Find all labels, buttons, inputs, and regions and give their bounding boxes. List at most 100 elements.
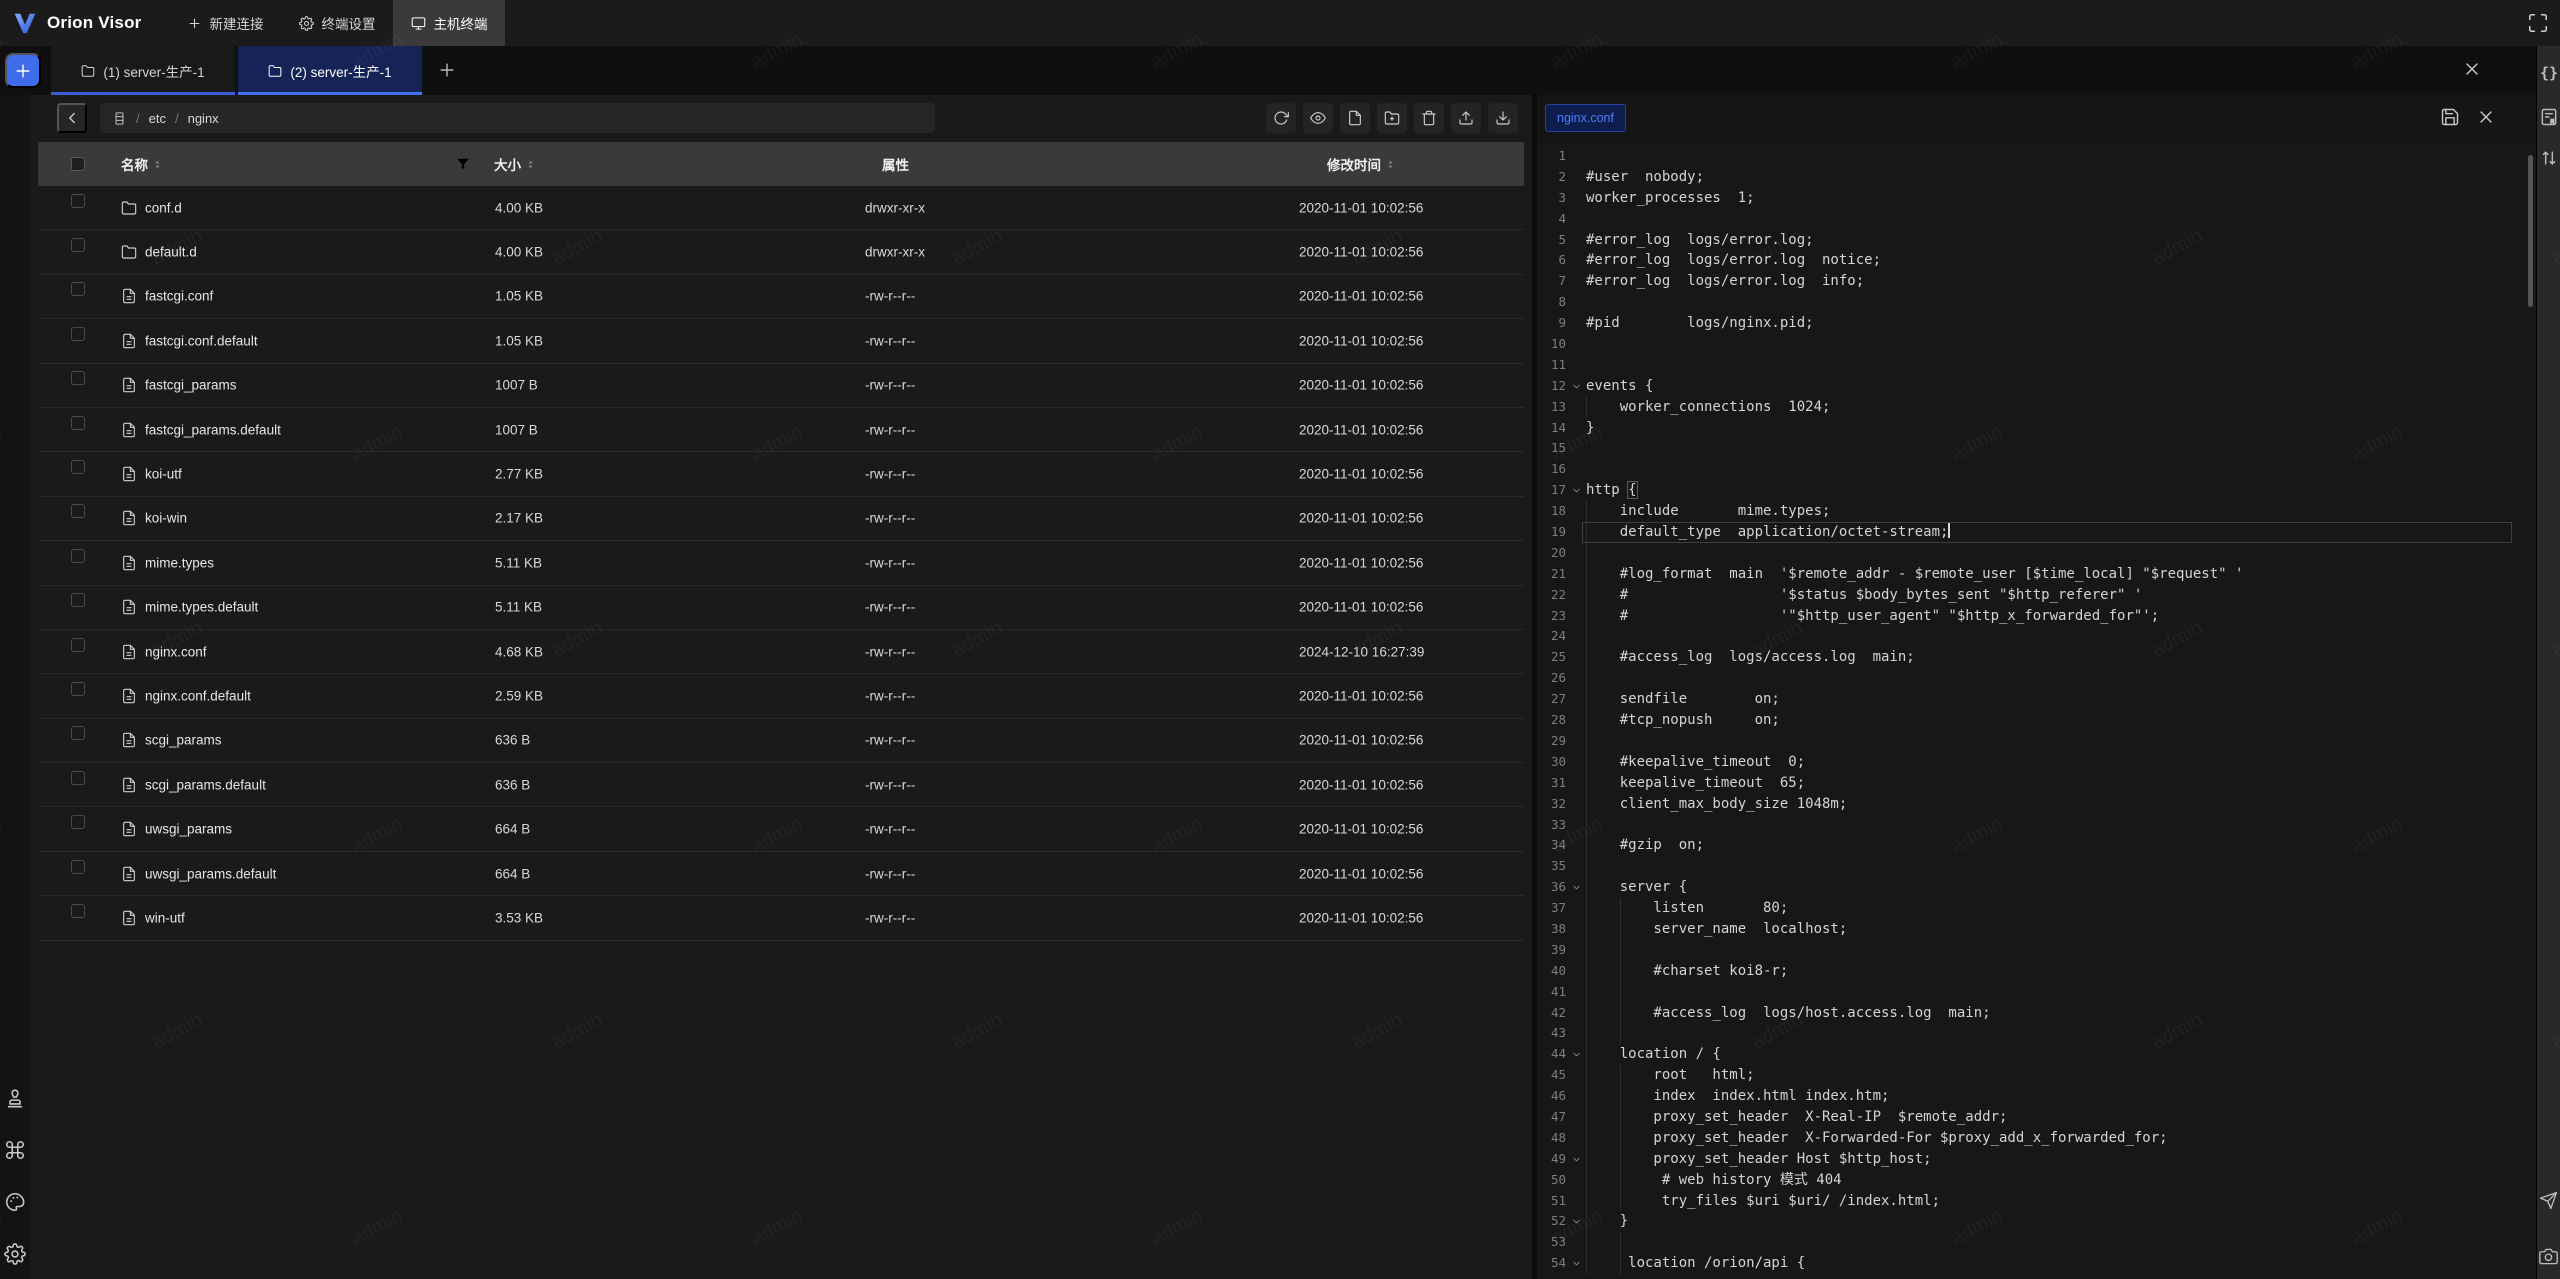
table-row[interactable]: mime.types5.11 KB-rw-r--r--2020-11-01 10… (38, 541, 1524, 585)
close-editor-icon[interactable] (2476, 107, 2498, 129)
table-row[interactable]: fastcgi_params1007 B-rw-r--r--2020-11-01… (38, 364, 1524, 408)
up-down-arrows-icon[interactable] (2539, 148, 2559, 168)
file-name[interactable]: fastcgi.conf (145, 289, 213, 304)
row-checkbox[interactable] (71, 416, 85, 430)
braces-icon[interactable]: {} (2539, 63, 2559, 83)
breadcrumb[interactable]: /etc/nginx (100, 103, 935, 133)
table-row[interactable]: conf.d4.00 KBdrwxr-xr-x2020-11-01 10:02:… (38, 186, 1524, 230)
code-line[interactable]: 2#user nobody; (1537, 167, 2536, 188)
code-line[interactable]: 8 (1537, 292, 2536, 313)
table-row[interactable]: fastcgi.conf.default1.05 KB-rw-r--r--202… (38, 319, 1524, 363)
fold-chevron-icon[interactable] (1566, 1149, 1586, 1170)
row-checkbox[interactable] (71, 860, 85, 874)
palette-icon[interactable] (4, 1191, 26, 1213)
fold-chevron-icon[interactable] (1566, 480, 1586, 501)
code-line[interactable]: 49 proxy_set_header Host $http_host; (1537, 1149, 2536, 1170)
fold-chevron-icon[interactable] (1566, 1044, 1586, 1065)
filter-icon[interactable] (456, 142, 470, 186)
code-line[interactable]: 11 (1537, 355, 2536, 376)
file-name[interactable]: scgi_params (145, 733, 222, 748)
code-line[interactable]: 25 #access_log logs/access.log main; (1537, 647, 2536, 668)
brand[interactable]: Orion Visor (0, 0, 155, 46)
row-checkbox[interactable] (71, 238, 85, 252)
row-checkbox[interactable] (71, 815, 85, 829)
row-checkbox[interactable] (71, 371, 85, 385)
refresh-button[interactable] (1266, 103, 1296, 133)
code-line[interactable]: 4 (1537, 209, 2536, 230)
row-checkbox[interactable] (71, 460, 85, 474)
code-line[interactable]: 17http { (1537, 480, 2536, 501)
table-row[interactable]: default.d4.00 KBdrwxr-xr-x2020-11-01 10:… (38, 230, 1524, 274)
nav-item-new-connection[interactable]: 新建连接 (169, 0, 281, 46)
fold-chevron-icon[interactable] (1566, 877, 1586, 898)
row-checkbox[interactable] (71, 327, 85, 341)
code-line[interactable]: 23 # '"$http_user_agent" "$http_x_forwar… (1537, 606, 2536, 627)
file-name[interactable]: default.d (145, 245, 197, 260)
file-name[interactable]: fastcgi.conf.default (145, 333, 258, 348)
code-line[interactable]: 6#error_log logs/error.log notice; (1537, 250, 2536, 271)
code-line[interactable]: 53 (1537, 1232, 2536, 1253)
code-line[interactable]: 12events { (1537, 376, 2536, 397)
file-name[interactable]: fastcgi_params.default (145, 422, 281, 437)
code-line[interactable]: 31 keepalive_timeout 65; (1537, 773, 2536, 794)
file-name[interactable]: nginx.conf.default (145, 688, 251, 703)
user-icon[interactable] (4, 1087, 26, 1109)
code-line[interactable]: 7#error_log logs/error.log info; (1537, 271, 2536, 292)
add-tab-icon[interactable] (437, 60, 459, 82)
terminal-tab-2[interactable]: (2) server-生产-1 (238, 46, 422, 95)
row-checkbox[interactable] (71, 282, 85, 296)
row-checkbox[interactable] (71, 194, 85, 208)
breadcrumb-segment[interactable]: etc (149, 111, 166, 126)
code-line[interactable]: 44 location / { (1537, 1044, 2536, 1065)
row-checkbox[interactable] (71, 771, 85, 785)
code-line[interactable]: 47 proxy_set_header X-Real-IP $remote_ad… (1537, 1107, 2536, 1128)
code-line[interactable]: 3worker_processes 1; (1537, 188, 2536, 209)
code-line[interactable]: 5#error_log logs/error.log; (1537, 230, 2536, 251)
row-checkbox[interactable] (71, 593, 85, 607)
file-bookmark-icon[interactable] (2539, 107, 2559, 127)
code-line[interactable]: 24 (1537, 626, 2536, 647)
table-row[interactable]: uwsgi_params664 B-rw-r--r--2020-11-01 10… (38, 807, 1524, 851)
sort-icon[interactable] (152, 157, 163, 172)
select-all-checkbox[interactable] (71, 157, 85, 171)
column-header-mtime[interactable]: 修改时间 (1327, 142, 1396, 186)
row-checkbox[interactable] (71, 904, 85, 918)
column-header-name[interactable]: 名称 (121, 142, 163, 186)
code-line[interactable]: 1 (1537, 146, 2536, 167)
code-line[interactable]: 32 client_max_body_size 1048m; (1537, 794, 2536, 815)
table-row[interactable]: fastcgi.conf1.05 KB-rw-r--r--2020-11-01 … (38, 275, 1524, 319)
close-panel-icon[interactable] (2462, 59, 2484, 81)
delete-button[interactable] (1414, 103, 1444, 133)
code-line[interactable]: 18 include mime.types; (1537, 501, 2536, 522)
table-row[interactable]: uwsgi_params.default664 B-rw-r--r--2020-… (38, 852, 1524, 896)
file-name[interactable]: nginx.conf (145, 644, 207, 659)
code-line[interactable]: 9#pid logs/nginx.pid; (1537, 313, 2536, 334)
code-line[interactable]: 42 #access_log logs/host.access.log main… (1537, 1003, 2536, 1024)
code-line[interactable]: 21 #log_format main '$remote_addr - $rem… (1537, 564, 2536, 585)
nav-item-terminal-settings[interactable]: 终端设置 (281, 0, 393, 46)
upload-button[interactable] (1451, 103, 1481, 133)
code-line[interactable]: 46 index index.html index.htm; (1537, 1086, 2536, 1107)
code-line[interactable]: 50 # web history 模式 404 (1537, 1170, 2536, 1191)
file-name[interactable]: koi-utf (145, 467, 182, 482)
new-terminal-button[interactable] (5, 53, 41, 88)
code-line[interactable]: 15 (1537, 438, 2536, 459)
code-line[interactable]: 51 try_files $uri $uri/ /index.html; (1537, 1191, 2536, 1212)
file-name[interactable]: conf.d (145, 200, 182, 215)
table-row[interactable]: nginx.conf.default2.59 KB-rw-r--r--2020-… (38, 674, 1524, 718)
code-line[interactable]: 27 sendfile on; (1537, 689, 2536, 710)
fold-chevron-icon[interactable] (1566, 1211, 1586, 1232)
code-line[interactable]: 16 (1537, 459, 2536, 480)
code-line[interactable]: 22 # '$status $body_bytes_sent "$http_re… (1537, 585, 2536, 606)
table-row[interactable]: scgi_params636 B-rw-r--r--2020-11-01 10:… (38, 719, 1524, 763)
sort-icon[interactable] (1385, 157, 1396, 172)
code-line[interactable]: 38 server_name localhost; (1537, 919, 2536, 940)
camera-icon[interactable] (2539, 1247, 2559, 1267)
code-editor[interactable]: 12#user nobody;3worker_processes 1;45#er… (1537, 146, 2536, 1274)
table-row[interactable]: mime.types.default5.11 KB-rw-r--r--2020-… (38, 586, 1524, 630)
code-line[interactable]: 29 (1537, 731, 2536, 752)
file-name[interactable]: uwsgi_params (145, 822, 232, 837)
column-header-size[interactable]: 大小 (494, 142, 536, 186)
file-name[interactable]: mime.types (145, 555, 214, 570)
row-checkbox[interactable] (71, 504, 85, 518)
